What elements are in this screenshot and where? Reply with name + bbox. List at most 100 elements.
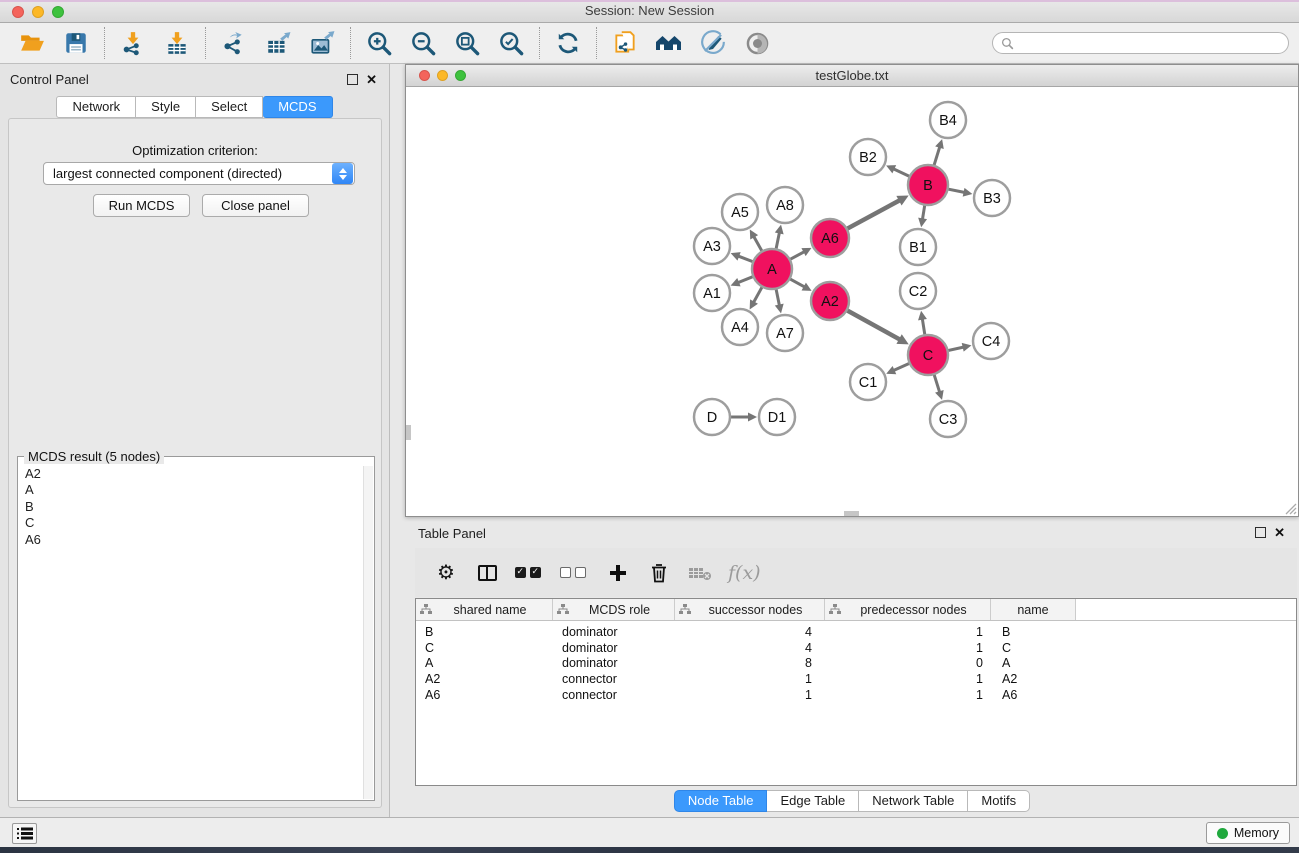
list-icon	[17, 827, 33, 840]
show-columns-icon[interactable]	[474, 558, 500, 588]
close-panel-button[interactable]: Close panel	[202, 194, 309, 217]
task-history-button[interactable]	[12, 823, 37, 844]
table-panel: Table Panel ✕ ⚙ f(x) shared name MCDS ro…	[405, 520, 1299, 817]
function-builder-icon[interactable]: f(x)	[728, 558, 761, 588]
control-panel-tabs: Network Style Select MCDS	[0, 96, 389, 118]
search-input[interactable]	[992, 32, 1289, 54]
network-graph[interactable]: B4B2BB3A5A8A6A3AB1A1C2A4A7A2C4CC1C3DD1	[406, 87, 1298, 516]
memory-button[interactable]: Memory	[1206, 822, 1290, 844]
list-item[interactable]: A6	[19, 532, 363, 548]
tab-node-table[interactable]: Node Table	[674, 790, 768, 812]
toolbar-separator	[104, 27, 105, 59]
table-settings-gear-icon[interactable]: ⚙	[433, 558, 459, 588]
result-scrollbar[interactable]	[363, 466, 373, 799]
search-field[interactable]	[1019, 36, 1280, 51]
tab-select[interactable]: Select	[196, 96, 263, 118]
refresh-icon[interactable]	[553, 28, 583, 58]
show-graphics-icon[interactable]	[742, 28, 772, 58]
graph-node-label: A4	[731, 320, 749, 336]
export-table-icon[interactable]	[263, 28, 293, 58]
network-window-titlebar[interactable]: testGlobe.txt	[406, 65, 1298, 87]
tab-network-table[interactable]: Network Table	[859, 790, 968, 812]
save-session-icon[interactable]	[61, 28, 91, 58]
genemania-home-icon[interactable]	[654, 28, 684, 58]
import-network-icon[interactable]	[118, 28, 148, 58]
list-item[interactable]: A2	[19, 466, 363, 482]
select-all-columns-icon[interactable]	[515, 558, 545, 588]
list-item[interactable]: C	[19, 515, 363, 531]
column-header-name[interactable]: name	[991, 599, 1076, 620]
list-item[interactable]: A	[19, 482, 363, 498]
graph-node-label: A7	[776, 326, 794, 342]
open-session-icon[interactable]	[17, 28, 47, 58]
table-row[interactable]: A6connector11A6	[416, 687, 1296, 703]
criterion-select[interactable]: largest connected component (directed)	[43, 162, 355, 185]
hide-annotations-icon[interactable]	[698, 28, 728, 58]
zoom-selected-icon[interactable]	[496, 28, 526, 58]
mcds-result-box: MCDS result (5 nodes) A2 A B C A6	[17, 456, 375, 801]
graph-edge-arrowhead	[775, 304, 784, 314]
zoom-out-icon[interactable]	[408, 28, 438, 58]
network-file-title: testGlobe.txt	[406, 65, 1298, 86]
maximize-window-button[interactable]	[52, 6, 64, 18]
list-item[interactable]: B	[19, 499, 363, 515]
toolbar-separator	[539, 27, 540, 59]
zoom-fit-icon[interactable]	[452, 28, 482, 58]
table-header-row: shared name MCDS role successor nodes pr…	[416, 599, 1296, 621]
mcds-result-list[interactable]: A2 A B C A6	[19, 466, 363, 799]
mcds-result-title: MCDS result (5 nodes)	[24, 449, 164, 464]
graph-node-label: C1	[859, 375, 878, 391]
horizontal-scroll-mark[interactable]	[844, 511, 859, 516]
minimize-view-button[interactable]	[437, 70, 448, 81]
hierarchy-icon	[420, 604, 432, 615]
column-header-shared-name[interactable]: shared name	[416, 599, 553, 620]
graph-node-label: B1	[909, 240, 927, 256]
network-canvas[interactable]: B4B2BB3A5A8A6A3AB1A1C2A4A7A2C4CC1C3DD1	[406, 87, 1298, 516]
vertical-scroll-mark[interactable]	[406, 425, 411, 440]
float-panel-icon[interactable]	[347, 74, 358, 85]
close-view-button[interactable]	[419, 70, 430, 81]
delete-column-icon[interactable]	[646, 558, 672, 588]
import-table-icon[interactable]	[162, 28, 192, 58]
chevron-up-down-icon	[332, 163, 353, 184]
graph-edge-A6-B[interactable]	[841, 200, 900, 232]
toolbar-separator	[350, 27, 351, 59]
maximize-view-button[interactable]	[455, 70, 466, 81]
graph-node-label: A3	[703, 239, 721, 255]
zoom-in-icon[interactable]	[364, 28, 394, 58]
column-header-successor-nodes[interactable]: successor nodes	[675, 599, 825, 620]
graph-node-label: A8	[776, 198, 794, 214]
graph-node-label: D	[707, 410, 717, 426]
tab-style[interactable]: Style	[136, 96, 196, 118]
tab-mcds[interactable]: MCDS	[263, 96, 332, 118]
node-table[interactable]: shared name MCDS role successor nodes pr…	[415, 598, 1297, 786]
run-mcds-button[interactable]: Run MCDS	[93, 194, 190, 217]
search-icon	[1001, 37, 1014, 50]
graph-node-label: C3	[939, 412, 958, 428]
table-row[interactable]: Bdominator41B	[416, 624, 1296, 640]
close-table-panel-icon[interactable]: ✕	[1274, 525, 1285, 541]
resize-grip-icon[interactable]	[1283, 501, 1297, 515]
graph-edge-A2-C[interactable]	[841, 307, 900, 340]
graph-node-label: A5	[731, 205, 749, 221]
clone-network-icon[interactable]	[610, 28, 640, 58]
delete-table-icon[interactable]	[687, 558, 713, 588]
close-panel-icon[interactable]: ✕	[366, 72, 377, 88]
column-header-mcds-role[interactable]: MCDS role	[553, 599, 675, 620]
tab-network[interactable]: Network	[56, 96, 136, 118]
export-image-icon[interactable]	[307, 28, 337, 58]
graph-edge-arrowhead	[962, 343, 972, 352]
float-table-panel-icon[interactable]	[1255, 527, 1266, 538]
add-column-icon[interactable]	[605, 558, 631, 588]
deselect-all-columns-icon[interactable]	[560, 558, 590, 588]
close-window-button[interactable]	[12, 6, 24, 18]
column-header-predecessor-nodes[interactable]: predecessor nodes	[825, 599, 991, 620]
table-row[interactable]: Adominator80A	[416, 655, 1296, 671]
table-row[interactable]: Cdominator41C	[416, 640, 1296, 656]
export-network-icon[interactable]	[219, 28, 249, 58]
tab-motifs[interactable]: Motifs	[968, 790, 1030, 812]
table-row[interactable]: A2connector11A2	[416, 671, 1296, 687]
tab-edge-table[interactable]: Edge Table	[767, 790, 859, 812]
graph-node-label: B3	[983, 191, 1001, 207]
minimize-window-button[interactable]	[32, 6, 44, 18]
